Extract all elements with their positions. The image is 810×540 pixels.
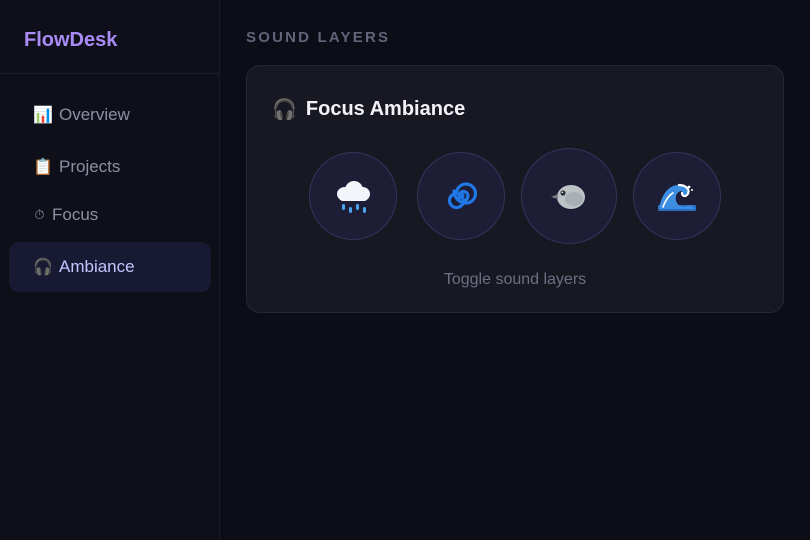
card-title: 🎧 Focus Ambiance: [272, 97, 465, 122]
sidebar-item-label: Focus: [52, 205, 99, 224]
sidebar-item-focus[interactable]: ⏱ Focus: [9, 190, 211, 240]
headphones-icon: 🎧: [272, 99, 297, 121]
sidebar-item-ambiance[interactable]: 🎧 Ambiance: [9, 242, 211, 292]
waves-layer-button[interactable]: [633, 152, 721, 240]
clipboard-icon: 📋: [33, 159, 53, 176]
spiral-icon: [447, 182, 478, 210]
bar-chart-icon: 📊: [33, 107, 53, 124]
stopwatch-icon: ⏱: [34, 207, 45, 222]
section-title: SOUND LAYERS: [246, 29, 391, 46]
sidebar: FlowDesk 📊 Overview 📋 Projects ⏱ Focus 🎧…: [0, 0, 220, 540]
sidebar-item-label: Projects: [59, 157, 121, 176]
sidebar-item-label: Ambiance: [59, 257, 135, 276]
main-content: SOUND LAYERS 🎧 Focus Ambiance Toggle sou…: [220, 0, 810, 540]
rain-layer-button[interactable]: [309, 152, 397, 240]
sidebar-item-projects[interactable]: 📋 Projects: [9, 142, 211, 192]
brand-logo[interactable]: FlowDesk: [0, 0, 219, 74]
card-title-text: Focus Ambiance: [305, 98, 466, 120]
sidebar-nav: 📊 Overview 📋 Projects ⏱ Focus 🎧 Ambiance: [0, 74, 219, 292]
bird-icon: [551, 185, 585, 209]
rain-cloud-icon: [335, 179, 371, 213]
wind-layer-button[interactable]: [417, 152, 505, 240]
sidebar-item-overview[interactable]: 📊 Overview: [9, 90, 211, 140]
headphones-icon: 🎧: [33, 259, 53, 276]
birds-layer-button[interactable]: [521, 148, 617, 244]
toggle-hint: Toggle sound layers: [443, 271, 587, 288]
focus-ambiance-card: 🎧 Focus Ambiance Toggle sound layers: [246, 65, 784, 313]
sidebar-item-label: Overview: [59, 105, 130, 124]
wave-icon: [658, 183, 696, 211]
app-root: FlowDesk 📊 Overview 📋 Projects ⏱ Focus 🎧…: [0, 0, 810, 540]
